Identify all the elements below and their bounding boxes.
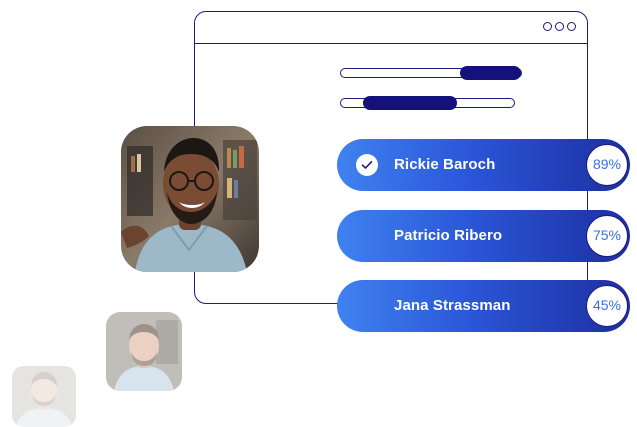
candidate-item-patricio-ribero[interactable]: Patricio Ribero 75% [337, 210, 630, 262]
candidate-avatar-photo [121, 126, 259, 272]
candidate-score-badge: 75% [586, 215, 628, 257]
candidate-name: Patricio Ribero [394, 227, 503, 244]
window-control-circle-icon[interactable] [555, 22, 564, 31]
candidate-item-rickie-baroch[interactable]: Rickie Baroch 89% [337, 139, 630, 191]
stage: Rickie Baroch 89% Patricio Ribero 75% Ja… [0, 0, 637, 427]
candidate-avatar-photo-faded [12, 366, 76, 427]
slider-2[interactable] [340, 96, 515, 110]
candidate-avatar-photo-faded [106, 312, 182, 391]
slider-1[interactable] [340, 66, 522, 80]
candidate-name: Rickie Baroch [394, 156, 496, 173]
window-controls [543, 22, 576, 31]
window-control-circle-icon[interactable] [567, 22, 576, 31]
slider-1-fill[interactable] [459, 66, 521, 80]
check-icon [356, 154, 378, 176]
candidate-score-badge: 45% [586, 285, 628, 327]
candidate-name: Jana Strassman [394, 297, 511, 314]
window-control-circle-icon[interactable] [543, 22, 552, 31]
window-title-bar-divider [195, 43, 587, 44]
slider-2-fill[interactable] [363, 96, 457, 110]
candidate-item-jana-strassman[interactable]: Jana Strassman 45% [337, 280, 630, 332]
candidate-score-badge: 89% [586, 144, 628, 186]
